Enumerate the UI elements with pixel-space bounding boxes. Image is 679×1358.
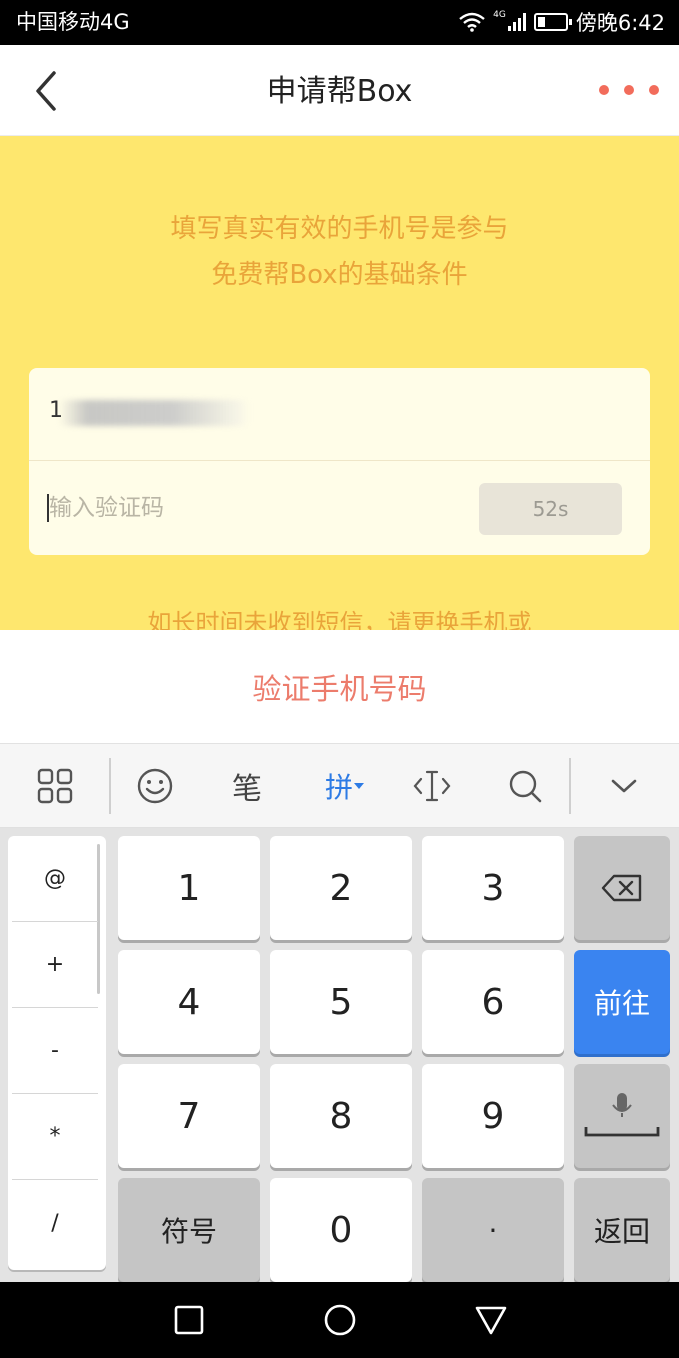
search-icon[interactable] (495, 756, 555, 816)
dropdown-arrow-icon (354, 783, 364, 789)
verification-code-input[interactable] (49, 488, 469, 528)
resend-countdown-button[interactable]: 52s (479, 483, 622, 535)
key-7[interactable]: 7 (118, 1064, 260, 1168)
return-key[interactable]: 返回 (574, 1178, 670, 1282)
backspace-icon (601, 874, 642, 902)
symbol-key[interactable]: @ (12, 836, 98, 922)
back-triangle-icon[interactable] (473, 1302, 509, 1338)
symbol-switch-key[interactable]: 符号 (118, 1178, 260, 1282)
verification-code-row: 52s (29, 462, 650, 555)
microphone-icon (584, 1093, 660, 1137)
key-1[interactable]: 1 (118, 836, 260, 940)
key-2[interactable]: 2 (270, 836, 412, 940)
backspace-key[interactable] (574, 836, 670, 940)
handwriting-icon[interactable]: 笔 (217, 756, 277, 816)
symbol-key[interactable]: * (12, 1094, 98, 1180)
status-icons: 4G 傍晚6:42 (459, 9, 665, 35)
clock: 傍晚6:42 (575, 11, 665, 35)
keyboard-toolbar: 笔 拼 (0, 744, 679, 828)
wifi-icon (459, 12, 485, 32)
more-button[interactable] (599, 75, 659, 105)
symbol-list[interactable]: @ + - * / (8, 836, 106, 1270)
nav-header: 申请帮Box (0, 45, 679, 136)
toolbar-divider (109, 758, 111, 814)
symbol-key[interactable]: + (12, 922, 98, 1008)
pinyin-label: 拼 (324, 771, 353, 804)
key-5[interactable]: 5 (270, 950, 412, 1054)
phone-form-card: 1 52s (29, 368, 650, 555)
battery-icon (533, 13, 572, 31)
carrier-label: 中国移动4G (16, 10, 130, 34)
key-4[interactable]: 4 (118, 950, 260, 1054)
tip-line-2: 免费帮Box的基础条件 (211, 260, 468, 290)
phone-number-redacted (59, 400, 249, 426)
more-dot (599, 85, 609, 95)
network-type-label: 4G (493, 10, 506, 20)
verify-phone-button[interactable]: 验证手机号码 (0, 630, 679, 744)
key-3[interactable]: 3 (422, 836, 564, 940)
pinyin-icon[interactable]: 拼 (315, 756, 375, 816)
signal-icon (507, 13, 526, 31)
apply-content: 填写真实有效的手机号是参与 免费帮Box的基础条件 1 52s 如长时间未收到短… (0, 136, 679, 630)
symbol-key[interactable]: / (12, 1180, 98, 1266)
key-0[interactable]: 0 (270, 1178, 412, 1282)
symbol-key[interactable]: - (12, 1008, 98, 1094)
toolbar-divider (569, 758, 571, 814)
cursor-icon[interactable] (402, 756, 462, 816)
grid-icon[interactable] (25, 756, 85, 816)
go-key[interactable]: 前往 (574, 950, 670, 1054)
more-dot (624, 85, 634, 95)
more-dot (649, 85, 659, 95)
status-bar: 中国移动4G 4G 傍晚6:42 (0, 0, 679, 45)
system-nav-bar (0, 1282, 679, 1358)
dot-key[interactable]: · (422, 1178, 564, 1282)
collapse-icon[interactable] (594, 756, 654, 816)
key-9[interactable]: 9 (422, 1064, 564, 1168)
recent-apps-icon[interactable] (171, 1302, 207, 1338)
home-icon[interactable] (322, 1302, 358, 1338)
tip-line-1: 填写真实有效的手机号是参与 (170, 214, 509, 244)
numeric-keyboard: @ + - * / 1 2 3 4 5 6 前往 7 8 9 符号 0 · 返回 (0, 828, 679, 1282)
emoji-icon[interactable] (125, 756, 185, 816)
help-text: 如长时间未收到短信，请更换手机或 (147, 609, 532, 630)
page-title: 申请帮Box (266, 74, 413, 109)
key-6[interactable]: 6 (422, 950, 564, 1054)
key-8[interactable]: 8 (270, 1064, 412, 1168)
space-voice-key[interactable] (574, 1064, 670, 1168)
tip-text: 填写真实有效的手机号是参与 免费帮Box的基础条件 (0, 206, 679, 298)
phone-field[interactable]: 1 (29, 368, 650, 461)
